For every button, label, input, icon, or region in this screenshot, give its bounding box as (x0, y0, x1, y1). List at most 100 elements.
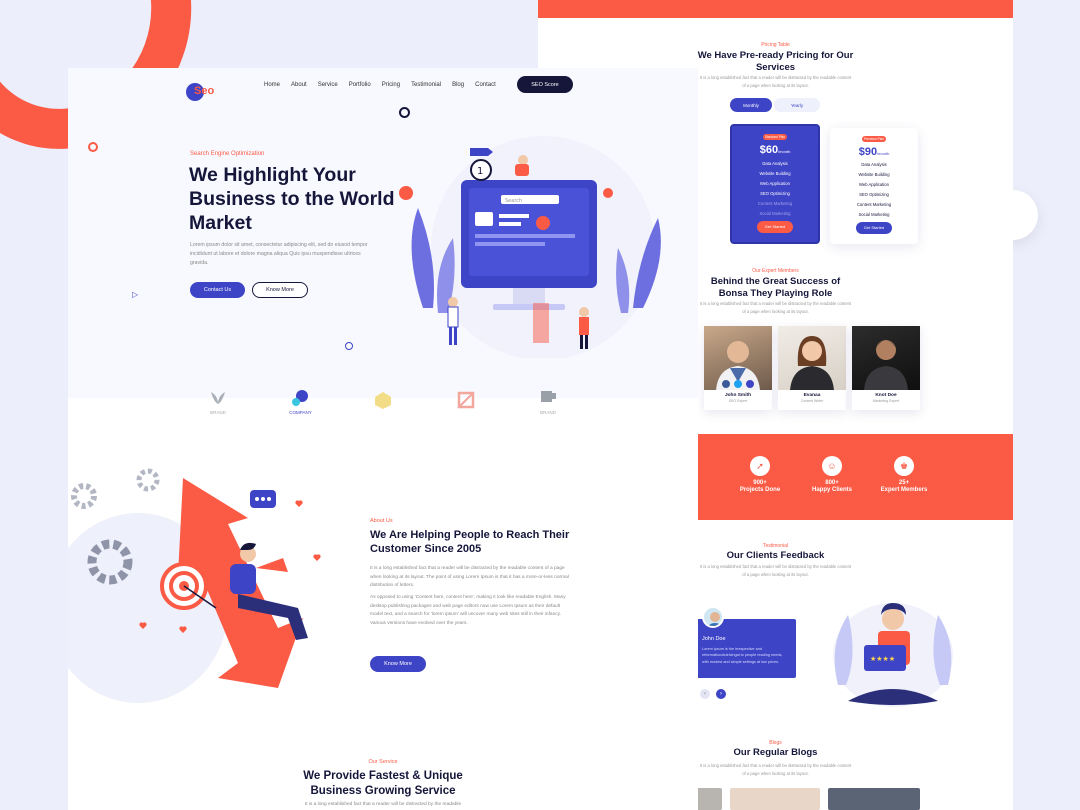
nav-link-portfolio[interactable]: Portfolio (349, 82, 371, 88)
blog-thumbnail[interactable] (730, 788, 820, 810)
blog-desc: It is a long established fact that a rea… (699, 763, 852, 776)
nav-link-about[interactable]: About (291, 82, 307, 88)
nav-link-blog[interactable]: Blog (452, 82, 464, 88)
contact-us-button[interactable]: Contact Us (190, 282, 245, 298)
brand-logo[interactable] (363, 386, 403, 416)
about-title: We Are Helping People to Reach Their Cus… (370, 529, 570, 555)
pricing-card-standard: Standard Plan $60/month Data Analysis We… (730, 124, 820, 244)
stat-label: Happy Clients (811, 487, 852, 493)
brand-label: BRAND (210, 409, 226, 415)
feature-item: SEO Optimizing (859, 192, 889, 197)
hero-description: Lorem ipsum dolor sit amet, consectetur … (190, 242, 368, 266)
feature-item: Web Application (859, 182, 889, 187)
seo-score-button[interactable]: SEO Score (517, 76, 573, 93)
feature-item: Data Analysis (861, 162, 887, 167)
team-desc: It is a long established fact that a rea… (699, 301, 852, 314)
nav-links: Home About Service Portfolio Pricing Tes… (264, 82, 496, 88)
know-more-button[interactable]: Know More (252, 282, 308, 298)
nav-link-testimonial[interactable]: Testimonial (411, 82, 441, 88)
site-logo[interactable]: Seo (186, 83, 220, 101)
stats-banner: ➚ 900+ Projects Done ☺ 800+ Happy Client… (696, 434, 1013, 520)
top-banner-strip (538, 0, 1013, 18)
member-name: John Smith (724, 393, 752, 398)
member-name: Evanaa (803, 393, 821, 398)
decorative-circle (345, 342, 353, 350)
member-photo (778, 326, 846, 390)
member-photo (852, 326, 920, 390)
team-title: Behind the Great Success of Bonsa They P… (710, 276, 841, 299)
about-paragraph: As opposed to using 'Content here, conte… (370, 595, 566, 626)
client-quote: Lorem ipsum is the irrespective and refo… (702, 647, 783, 664)
feature-item: Website Building (759, 171, 791, 176)
about-eyebrow: About Us (370, 518, 393, 524)
tab-monthly[interactable]: Monthly (730, 98, 772, 112)
stat-projects: ➚ 900+ Projects Done (720, 456, 800, 494)
brand-label: BRAND (540, 409, 556, 415)
hero-eyebrow: Search Engine Optimization (190, 151, 265, 157)
play-icon: ▷ (132, 290, 139, 299)
testimonial-illustration: ★★★★ (833, 603, 953, 707)
member-photo (704, 326, 772, 390)
feature-item: Web Application (760, 181, 790, 186)
about-know-more-button[interactable]: Know More (370, 656, 426, 672)
tab-yearly[interactable]: Yearly (774, 98, 820, 112)
team-member-card[interactable]: Evanaa Content Writer (778, 326, 846, 410)
pricing-desc: It is a long established fact that a rea… (699, 75, 852, 88)
next-arrow-button[interactable]: › (716, 689, 726, 699)
brand-logo[interactable]: BRAND (198, 386, 238, 416)
feature-item: SEO Optimizing (760, 191, 790, 196)
member-role: Marketing Expert (872, 399, 900, 403)
logo-text: Seo (194, 85, 215, 97)
decorative-circle (88, 142, 98, 152)
team-icon: ♚ (894, 456, 914, 476)
member-role: SEO Expert (728, 399, 748, 403)
stat-members: ♚ 25+ Expert Members (864, 456, 944, 494)
prev-arrow-button[interactable]: ‹ (700, 689, 710, 699)
nav-link-contact[interactable]: Contact (475, 82, 496, 88)
feature-item: Social Marketing (759, 211, 791, 216)
left-page-preview: Seo Home About Service Portfolio Pricing… (68, 68, 698, 810)
brand-label: COMPANY (289, 409, 312, 415)
blog-thumbnail[interactable] (828, 788, 920, 810)
service-desc: It is a long established fact that a rea… (304, 802, 462, 807)
brand-logo[interactable]: COMPANY (281, 386, 321, 416)
about-illustration (68, 468, 321, 703)
nav-link-home[interactable]: Home (264, 82, 280, 88)
brand-logo[interactable]: BRAND (528, 386, 568, 416)
service-title: We Provide Fastest & Unique Business Gro… (68, 769, 698, 799)
search-placeholder: Search (505, 198, 522, 204)
pricing-card-premium: Premium Plan $90/month Data Analysis Web… (830, 128, 918, 244)
about-paragraph: It is a long established fact that a rea… (370, 566, 569, 589)
get-started-button[interactable]: Get Started (757, 221, 793, 233)
number-badge-icon: 1 (477, 166, 483, 177)
service-eyebrow: Our Service (368, 759, 398, 765)
feature-item: Content Marketing (757, 201, 793, 206)
pricing-title: We Have Pre-ready Pricing for Our Servic… (697, 50, 854, 73)
hero-illustration: Search 1 (399, 136, 661, 358)
plan-badge: Premium Plan (862, 136, 886, 142)
users-icon: ☺ (822, 456, 842, 476)
stat-label: Expert Members (880, 487, 928, 493)
team-member-card[interactable]: John Smith SEO Expert (704, 326, 772, 410)
feature-item: Data Analysis (762, 161, 788, 166)
get-started-button[interactable]: Get Started (856, 222, 892, 234)
brand-logo[interactable] (446, 386, 486, 416)
svg-text:★★★★: ★★★★ (870, 655, 895, 663)
plan-price: $60/month (759, 144, 791, 156)
plan-features: Data Analysis Website Building Web Appli… (732, 159, 818, 219)
nav-link-pricing[interactable]: Pricing (382, 82, 400, 88)
stat-clients: ☺ 800+ Happy Clients (792, 456, 872, 494)
nav-link-service[interactable]: Service (318, 82, 338, 88)
member-name: Knot Doe (875, 393, 897, 398)
plan-badge: Standard Plan (763, 134, 787, 140)
brand-logos: BRAND COMPANY BRAND (198, 386, 568, 416)
feature-item: Social Marketing (858, 212, 890, 217)
client-avatar (702, 606, 724, 628)
feature-item: Content Marketing (856, 202, 892, 207)
stat-value: 800+ (825, 480, 839, 486)
team-member-card[interactable]: Knot Doe Marketing Expert (852, 326, 920, 410)
blog-thumbnail[interactable] (696, 788, 722, 810)
top-navigation: Seo Home About Service Portfolio Pricing… (186, 76, 678, 106)
plan-price: $90/month (858, 146, 890, 158)
feature-item: Website Building (858, 172, 890, 177)
